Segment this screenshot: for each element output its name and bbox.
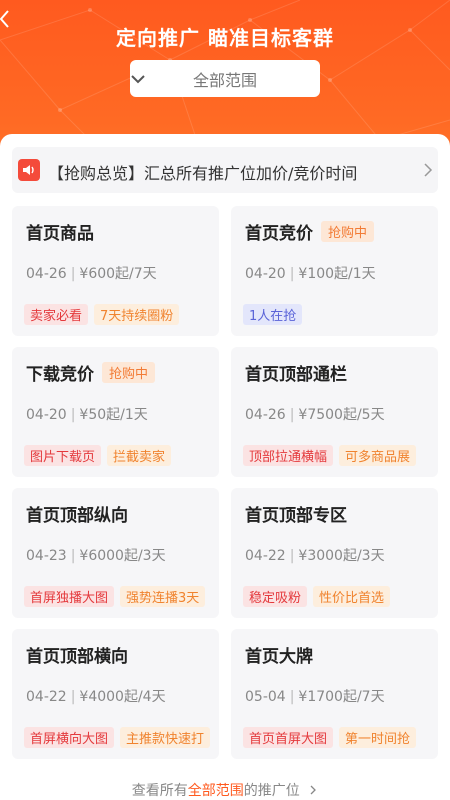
card-name: 首页顶部纵向 (26, 506, 128, 526)
card-title: 首页大牌 (245, 642, 313, 667)
card-date: 04-22 (245, 548, 286, 564)
feature-tag: 顶部拉通横幅 (243, 445, 334, 466)
card-title: 首页顶部通栏 (245, 360, 347, 385)
card-price: ¥600起/7天 (79, 266, 157, 282)
promo-slot-card[interactable]: 首页大牌 05-04 | ¥1700起/7天 首页首屏大图 第一时间抢 (231, 629, 438, 759)
card-date: 05-04 (245, 689, 286, 705)
scope-select[interactable]: 全部范围 (130, 60, 320, 97)
card-tags: 顶部拉通横幅 可多商品展 (243, 445, 422, 466)
card-title: 首页顶部专区 (245, 501, 347, 526)
promo-slot-card[interactable]: 下载竞价 抢购中 04-20 | ¥50起/1天 图片下载页 拦截卖家 (12, 347, 219, 477)
meta-divider: | (289, 407, 295, 423)
card-name: 首页顶部专区 (245, 506, 347, 526)
meta-divider: | (70, 407, 76, 423)
card-date: 04-23 (26, 548, 67, 564)
card-meta: 04-26 | ¥7500起/5天 (245, 404, 385, 424)
status-badge: 抢购中 (102, 362, 156, 383)
chevron-down-icon (131, 75, 145, 84)
feature-tag: 稳定吸粉 (243, 586, 308, 607)
card-tags: 卖家必看 7天持续圈粉 (24, 304, 185, 325)
meta-divider: | (70, 548, 76, 564)
scope-select-value: 全部范围 (192, 70, 257, 90)
card-title: 首页顶部纵向 (26, 501, 128, 526)
promo-slot-card[interactable]: 首页商品 04-26 | ¥600起/7天 卖家必看 7天持续圈粉 (12, 206, 219, 336)
meta-divider: | (70, 689, 76, 705)
notice-text: 【抢购总览】汇总所有推广位加价/竞价时间 (48, 164, 358, 183)
meta-divider: | (289, 689, 295, 705)
footer-prefix: 查看所有 (131, 783, 188, 799)
card-date: 04-26 (26, 266, 67, 282)
feature-tag: 首屏横向大图 (24, 727, 115, 748)
card-meta: 04-22 | ¥4000起/4天 (26, 686, 166, 706)
card-tags: 首屏独播大图 强势连播3天 (24, 586, 211, 607)
card-price: ¥7500起/5天 (298, 407, 385, 423)
card-name: 下载竞价 (26, 365, 94, 385)
feature-tag: 首屏独播大图 (24, 586, 115, 607)
speaker-icon (18, 159, 40, 181)
footer-suffix: 的推广位 (243, 783, 300, 799)
feature-tag: 1人在抢 (243, 304, 303, 325)
card-title: 首页顶部横向 (26, 642, 128, 667)
promo-slot-card[interactable]: 首页顶部横向 04-22 | ¥4000起/4天 首屏横向大图 主推款快速打 (12, 629, 219, 759)
promo-slot-card[interactable]: 首页顶部通栏 04-26 | ¥7500起/5天 顶部拉通横幅 可多商品展 (231, 347, 438, 477)
feature-tag: 可多商品展 (339, 445, 417, 466)
feature-tag: 主推款快速打 (120, 727, 211, 748)
card-price: ¥6000起/3天 (79, 548, 166, 564)
card-meta: 04-23 | ¥6000起/3天 (26, 545, 166, 565)
feature-tag: 图片下载页 (24, 445, 102, 466)
feature-tag: 拦截卖家 (107, 445, 172, 466)
footer-highlight: 全部范围 (187, 783, 244, 799)
card-tags: 首屏横向大图 主推款快速打 (24, 727, 216, 748)
card-tags: 图片下载页 拦截卖家 (24, 445, 177, 466)
feature-tag: 性价比首选 (313, 586, 391, 607)
card-name: 首页顶部通栏 (245, 365, 347, 385)
page-title: 定向推广 瞄准目标客群 (116, 26, 334, 50)
content-panel: 【抢购总览】汇总所有推广位加价/竞价时间 首页商品 04-26 | ¥600起/7天卖… (0, 134, 450, 800)
meta-divider: | (70, 266, 76, 282)
promo-slot-card[interactable]: 首页竞价 抢购中 04-20 | ¥100起/1天 1人在抢 (231, 206, 438, 336)
card-meta: 05-04 | ¥1700起/7天 (245, 686, 385, 706)
card-date: 04-20 (245, 266, 286, 282)
status-badge: 抢购中 (321, 221, 375, 242)
card-tags: 1人在抢 (243, 304, 308, 325)
chevron-right-icon (424, 163, 433, 177)
promo-slot-card[interactable]: 首页顶部纵向 04-23 | ¥6000起/3天 首屏独播大图 强势连播3天 (12, 488, 219, 618)
view-all-link[interactable]: 查看所有全部范围的推广位 (0, 780, 450, 800)
card-meta: 04-26 | ¥600起/7天 (26, 263, 157, 283)
card-date: 04-22 (26, 689, 67, 705)
feature-tag: 卖家必看 (24, 304, 89, 325)
promo-slot-card[interactable]: 首页顶部专区 04-22 | ¥3000起/3天 稳定吸粉 性价比首选 (231, 488, 438, 618)
meta-divider: | (289, 266, 295, 282)
notice-banner[interactable]: 【抢购总览】汇总所有推广位加价/竞价时间 (12, 147, 438, 193)
card-price: ¥50起/1天 (79, 407, 148, 423)
card-name: 首页商品 (26, 224, 94, 244)
card-title: 首页商品 (26, 219, 94, 244)
card-tags: 稳定吸粉 性价比首选 (243, 586, 396, 607)
card-name: 首页大牌 (245, 647, 313, 667)
card-title: 下载竞价 抢购中 (26, 360, 156, 385)
feature-tag: 第一时间抢 (339, 727, 417, 748)
card-name: 首页顶部横向 (26, 647, 128, 667)
chevron-right-icon (310, 785, 317, 795)
card-date: 04-20 (26, 407, 67, 423)
card-name: 首页竞价 (245, 224, 313, 244)
card-meta: 04-20 | ¥50起/1天 (26, 404, 148, 424)
card-price: ¥4000起/4天 (79, 689, 166, 705)
card-price: ¥100起/1天 (298, 266, 376, 282)
meta-divider: | (289, 548, 295, 564)
feature-tag: 强势连播3天 (120, 586, 206, 607)
card-meta: 04-20 | ¥100起/1天 (245, 263, 376, 283)
card-price: ¥1700起/7天 (298, 689, 385, 705)
card-tags: 首页首屏大图 第一时间抢 (243, 727, 422, 748)
feature-tag: 7天持续圈粉 (94, 304, 180, 325)
card-price: ¥3000起/3天 (298, 548, 385, 564)
card-date: 04-26 (245, 407, 286, 423)
card-meta: 04-22 | ¥3000起/3天 (245, 545, 385, 565)
card-title: 首页竞价 抢购中 (245, 219, 375, 244)
feature-tag: 首页首屏大图 (243, 727, 334, 748)
